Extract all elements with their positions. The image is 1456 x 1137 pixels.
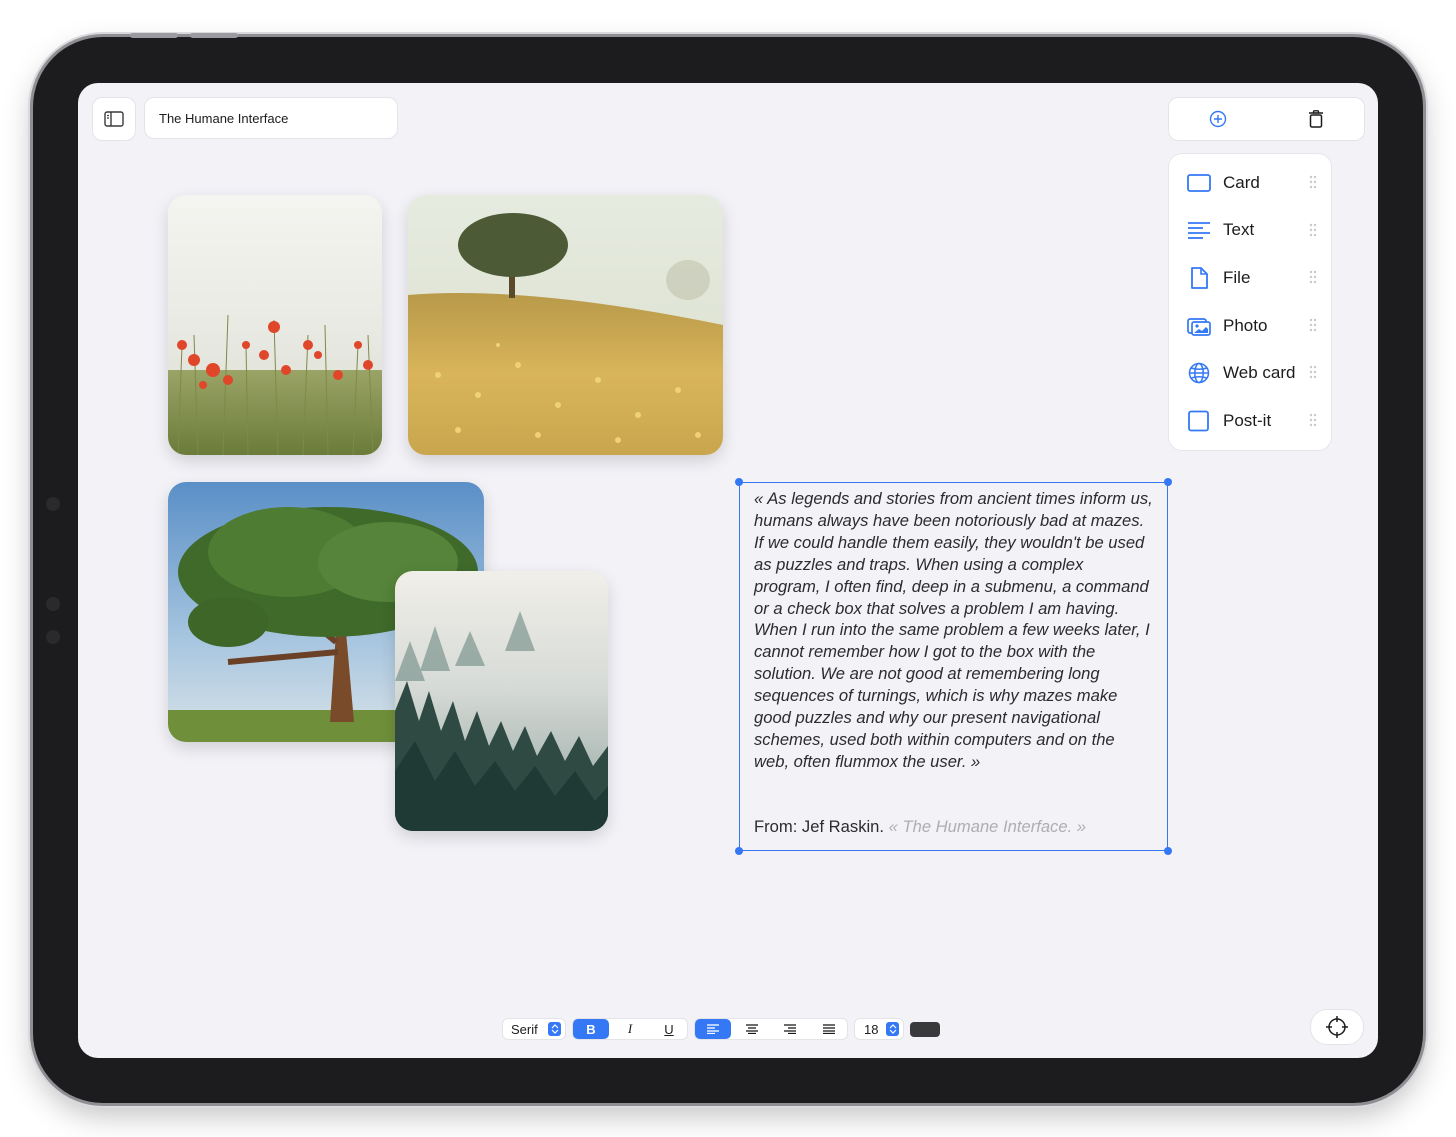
align-left-icon [707, 1024, 719, 1034]
top-actions [1168, 97, 1365, 141]
document-title-field[interactable]: The Humane Interface [144, 97, 398, 139]
quote-source[interactable]: From: Jef Raskin. « The Humane Interface… [754, 817, 1086, 837]
underline-button[interactable]: U [651, 1019, 687, 1039]
format-toolbar: Serif B I U 18 [502, 1017, 950, 1041]
device-button [130, 33, 178, 38]
insert-palette: Card Text File Photo Web card Post-it [1168, 153, 1332, 451]
resize-handle-bottom-right[interactable] [1164, 847, 1172, 855]
resize-handle-bottom-left[interactable] [735, 847, 743, 855]
drag-handle-icon[interactable] [1309, 270, 1317, 284]
palette-item-label: Card [1223, 172, 1260, 192]
palette-item-label: Post-it [1223, 410, 1272, 430]
crosshair-icon [1326, 1016, 1348, 1038]
palette-item-photo[interactable]: Photo [1169, 302, 1331, 350]
recenter-button[interactable] [1310, 1009, 1364, 1045]
source-book: « The Humane Interface. » [888, 817, 1087, 836]
photo-card-poppies[interactable] [168, 195, 382, 455]
align-justify-icon [822, 1024, 835, 1034]
text-lines-icon [1188, 222, 1210, 240]
quote-text[interactable]: « As legends and stories from ancient ti… [754, 488, 1154, 773]
drag-handle-icon[interactable] [1309, 413, 1317, 427]
palette-item-label: Web card [1223, 363, 1296, 383]
drag-handle-icon[interactable] [1309, 365, 1317, 379]
palette-item-web-card[interactable]: Web card [1169, 349, 1331, 397]
font-select[interactable]: Serif [502, 1018, 566, 1040]
palette-item-post-it[interactable]: Post-it [1169, 397, 1331, 445]
align-group [694, 1018, 848, 1040]
photo-card-meadow[interactable] [408, 195, 723, 455]
font-name: Serif [511, 1021, 538, 1037]
align-justify-button[interactable] [811, 1019, 847, 1039]
plus-circle-icon [1210, 110, 1227, 128]
drag-handle-icon[interactable] [1309, 223, 1317, 237]
palette-item-card[interactable]: Card [1169, 159, 1331, 207]
align-center-button[interactable] [734, 1019, 770, 1039]
font-size-value: 18 [864, 1021, 879, 1037]
palette-item-label: Text [1223, 220, 1255, 240]
align-right-button[interactable] [772, 1019, 808, 1039]
card-icon [1187, 173, 1211, 192]
postit-icon [1188, 410, 1209, 432]
file-icon [1191, 267, 1208, 289]
font-size-select[interactable]: 18 [854, 1018, 904, 1040]
text-card-selected[interactable]: « As legends and stories from ancient ti… [735, 478, 1172, 855]
sidebar-toggle-button[interactable] [92, 97, 136, 141]
add-button[interactable] [1209, 110, 1227, 128]
text-color-swatch[interactable] [910, 1021, 940, 1037]
palette-item-label: Photo [1223, 315, 1268, 335]
photo-card-forest[interactable] [395, 571, 608, 831]
font-stepper-icon [548, 1022, 561, 1036]
delete-button[interactable] [1308, 110, 1324, 128]
device-sensor [46, 597, 60, 611]
trash-icon [1308, 110, 1323, 128]
drag-handle-icon[interactable] [1309, 318, 1317, 332]
align-center-icon [745, 1024, 758, 1034]
device-button [190, 33, 238, 38]
resize-handle-top-right[interactable] [1164, 478, 1172, 486]
palette-item-label: File [1223, 267, 1251, 287]
palette-item-file[interactable]: File [1169, 254, 1331, 302]
style-group: B I U [572, 1018, 688, 1040]
sidebar-icon [104, 111, 124, 127]
align-right-icon [784, 1024, 797, 1034]
bold-button[interactable]: B [573, 1019, 609, 1039]
size-stepper-icon [886, 1022, 899, 1036]
globe-icon [1188, 362, 1210, 384]
palette-item-text[interactable]: Text [1169, 207, 1331, 255]
device-camera [46, 497, 60, 511]
device-sensor [46, 630, 60, 644]
source-author: From: Jef Raskin. [754, 817, 885, 836]
meadow-tree-image [408, 195, 723, 455]
poppy-field-image [168, 195, 382, 455]
foggy-forest-image [395, 571, 608, 831]
drag-handle-icon[interactable] [1309, 175, 1317, 189]
resize-handle-top-left[interactable] [735, 478, 743, 486]
document-title: The Humane Interface [159, 110, 289, 126]
italic-button[interactable]: I [612, 1019, 648, 1039]
align-left-button[interactable] [695, 1019, 731, 1039]
canvas[interactable]: The Humane Interface Card Text File Phot… [78, 83, 1378, 1058]
photo-icon [1187, 317, 1211, 336]
